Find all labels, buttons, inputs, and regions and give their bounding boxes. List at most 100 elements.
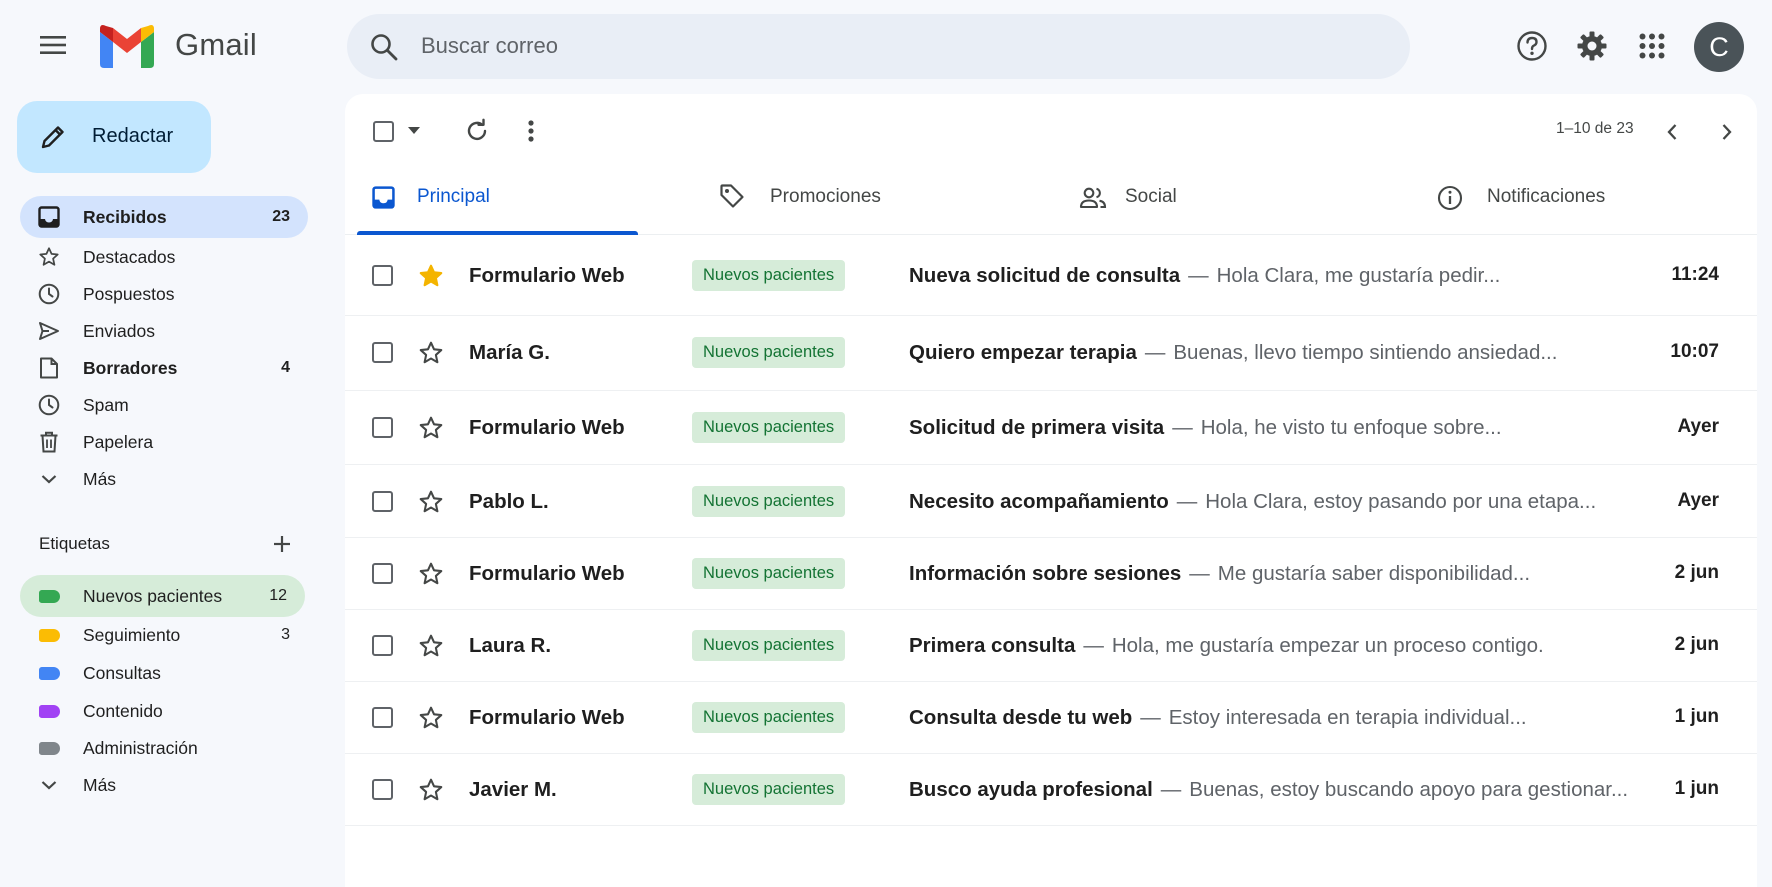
email-label-chip[interactable]: Nuevos pacientes (692, 774, 846, 805)
email-checkbox[interactable] (372, 779, 393, 800)
tab-label: Promociones (770, 186, 881, 207)
tag-icon (720, 184, 744, 208)
star-outline-icon[interactable] (418, 705, 444, 731)
email-time: 11:24 (1671, 264, 1719, 285)
label-count: 3 (281, 626, 290, 643)
email-row[interactable]: Formulario Web Nuevos pacientes Nueva soli… (345, 236, 1757, 316)
create-label-button[interactable] (268, 530, 296, 558)
email-row[interactable]: Javier M. Nuevos pacientes Busco ayuda pro… (345, 754, 1757, 826)
refresh-button[interactable] (463, 117, 491, 145)
sidebar-item-spam[interactable]: Spam (20, 384, 308, 426)
sidebar-item-starred[interactable]: Destacados (20, 236, 308, 278)
drafts-count: 4 (281, 359, 290, 376)
label-tag-icon (38, 704, 60, 718)
sidebar-item-label: Más (83, 775, 117, 795)
gmail-logo-icon[interactable] (100, 24, 154, 68)
sidebar-item-snoozed[interactable]: Pospuestos (20, 273, 308, 315)
email-label-chip[interactable]: Nuevos pacientes (692, 412, 846, 443)
email-checkbox[interactable] (372, 490, 393, 512)
sidebar-labels-more[interactable]: Más (20, 764, 308, 806)
email-content: Quiero empezar terapia — Buenas, llevo tie… (909, 341, 1557, 365)
email-time: Ayer (1677, 416, 1719, 437)
email-checkbox[interactable] (372, 635, 393, 656)
star-outline-icon[interactable] (418, 561, 444, 587)
sidebar-item-trash[interactable]: Papelera (20, 421, 308, 463)
category-tabs: Principal Promociones Social Notificacio… (345, 163, 1757, 235)
tab-principal[interactable]: Principal (345, 163, 685, 235)
newer-page-button[interactable] (1658, 118, 1686, 146)
email-content: Consulta desde tu web — Estoy interesada e… (909, 706, 1527, 730)
sidebar-label-nuevos-pacientes[interactable]: Nuevos pacientes 12 (20, 575, 305, 617)
email-content: Necesito acompañamiento — Hola Clara, esto… (909, 490, 1596, 514)
tab-promociones[interactable]: Promociones (700, 163, 1040, 235)
clock-icon (38, 394, 60, 416)
email-label-chip[interactable]: Nuevos pacientes (692, 260, 846, 291)
search-icon[interactable] (369, 32, 399, 62)
sidebar-item-label: Destacados (83, 247, 176, 267)
star-outline-icon[interactable] (418, 489, 444, 515)
sidebar-label-administracion[interactable]: Administración (20, 727, 308, 769)
email-row[interactable]: Formulario Web Nuevos pacientes Informació… (345, 538, 1757, 610)
email-content: Nueva solicitud de consulta — Hola Clara, … (909, 264, 1500, 288)
email-row[interactable]: María G. Nuevos pacientes Quiero empezar t… (345, 315, 1757, 391)
email-snippet: Hola, me gustaría empezar un proceso con… (1111, 634, 1544, 657)
star-outline-icon[interactable] (418, 777, 444, 803)
select-all-checkbox[interactable] (371, 119, 395, 143)
star-outline-icon[interactable] (418, 633, 444, 659)
email-subject: Primera consulta (909, 634, 1076, 657)
sidebar-item-sent[interactable]: Enviados (20, 310, 308, 352)
chevron-left-icon (1667, 124, 1677, 140)
email-row[interactable]: Formulario Web Nuevos pacientes Solicitud … (345, 391, 1757, 465)
tab-social[interactable]: Social (1057, 163, 1397, 235)
help-button[interactable] (1510, 24, 1554, 68)
sidebar-item-label: Borradores (83, 358, 178, 378)
email-subject: Necesito acompañamiento (909, 489, 1169, 513)
account-avatar[interactable]: C (1694, 22, 1744, 72)
main-menu-button[interactable] (30, 22, 76, 68)
trash-icon (40, 431, 58, 453)
email-checkbox[interactable] (372, 707, 393, 728)
label-tag-icon (38, 741, 60, 755)
people-icon (1079, 187, 1107, 209)
label-name: Seguimiento (83, 625, 181, 645)
sidebar-item-more[interactable]: Más (20, 458, 308, 500)
email-subject: Quiero empezar terapia (909, 341, 1137, 364)
search-input[interactable] (421, 26, 1381, 66)
message-list-panel: 1–10 de 23 Principal Promociones Social … (345, 94, 1757, 887)
star-outline-icon[interactable] (418, 415, 444, 441)
caret-down-icon (408, 127, 420, 134)
sidebar-label-contenido[interactable]: Contenido (20, 690, 308, 732)
email-label-chip[interactable]: Nuevos pacientes (692, 337, 846, 368)
tab-notificaciones[interactable]: Notificaciones (1413, 163, 1753, 235)
sidebar-item-drafts[interactable]: Borradores 4 (20, 347, 308, 389)
subject-separator: — (1160, 778, 1182, 801)
compose-button[interactable]: Redactar (17, 101, 211, 173)
sidebar-item-inbox[interactable]: Recibidos 23 (20, 196, 308, 238)
email-checkbox[interactable] (372, 342, 393, 363)
email-row[interactable]: Formulario Web Nuevos pacientes Consulta d… (345, 682, 1757, 754)
email-row[interactable]: Pablo L. Nuevos pacientes Necesito acompañ… (345, 465, 1757, 538)
label-count: 12 (269, 587, 287, 604)
settings-button[interactable] (1570, 24, 1614, 68)
subject-separator: — (1188, 264, 1209, 287)
pagination-label: 1–10 de 23 (1556, 120, 1634, 137)
email-label-chip[interactable]: Nuevos pacientes (692, 702, 846, 733)
star-outline-icon[interactable] (418, 340, 444, 366)
sidebar-label-consultas[interactable]: Consultas (20, 652, 308, 694)
apps-button[interactable] (1630, 24, 1674, 68)
email-checkbox[interactable] (372, 563, 393, 584)
label-tag-icon (38, 628, 60, 642)
email-row[interactable]: Laura R. Nuevos pacientes Primera consulta… (345, 610, 1757, 682)
email-checkbox[interactable] (372, 417, 393, 438)
email-label-chip[interactable]: Nuevos pacientes (692, 485, 846, 517)
sidebar-label-seguimiento[interactable]: Seguimiento 3 (20, 614, 308, 656)
email-label-chip[interactable]: Nuevos pacientes (692, 630, 846, 661)
star-filled-icon[interactable] (418, 263, 444, 289)
select-options-button[interactable] (405, 122, 423, 140)
email-label-chip[interactable]: Nuevos pacientes (692, 558, 846, 589)
older-page-button[interactable] (1713, 118, 1741, 146)
more-actions-button[interactable] (521, 117, 541, 145)
search-bar[interactable] (347, 14, 1410, 79)
email-checkbox[interactable] (372, 265, 393, 286)
email-subject: Consulta desde tu web (909, 706, 1133, 729)
